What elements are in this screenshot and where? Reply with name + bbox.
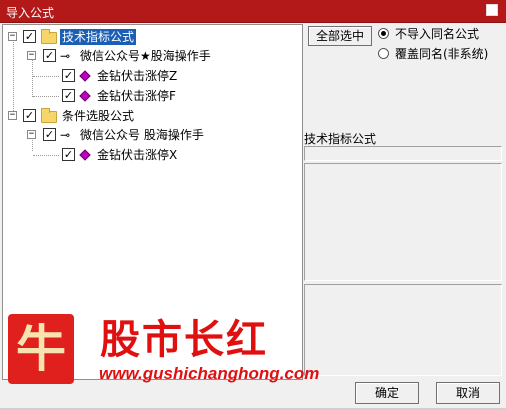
tree-node-formula-x[interactable]: ✓ 金钻伏击涨停X bbox=[3, 147, 303, 163]
tree-node-wechat-1[interactable]: − ✓ ⊸ 微信公众号★股海操作手 bbox=[3, 48, 303, 64]
tree-node-wechat-2[interactable]: − ✓ ⊸ 微信公众号 股海操作手 bbox=[3, 127, 303, 143]
tree-node-label: 金钻伏击涨停Z bbox=[97, 69, 178, 83]
formula-description-panel bbox=[304, 284, 502, 376]
checkbox[interactable]: ✓ bbox=[62, 89, 75, 102]
folder-icon bbox=[41, 108, 57, 123]
close-icon[interactable] bbox=[486, 4, 498, 16]
watermark-seal: 牛 bbox=[8, 314, 74, 384]
radio-selected-icon[interactable] bbox=[378, 28, 389, 39]
diamond-icon bbox=[79, 149, 91, 161]
folder-icon bbox=[41, 29, 57, 44]
checkbox[interactable]: ✓ bbox=[62, 148, 75, 161]
radio-label: 不导入同名公式 bbox=[395, 27, 480, 41]
tree-node-label: 微信公众号★股海操作手 bbox=[80, 49, 211, 63]
diamond-icon bbox=[79, 90, 91, 102]
window-title: 导入公式 bbox=[6, 6, 55, 20]
radio-label: 覆盖同名(非系统) bbox=[395, 47, 489, 61]
tree-node-formula-f[interactable]: ✓ 金钻伏击涨停F bbox=[3, 88, 303, 104]
title-bar: 导入公式 bbox=[0, 0, 506, 23]
radio-unselected-icon[interactable] bbox=[378, 48, 389, 59]
formula-info-panel bbox=[304, 163, 502, 281]
key-icon: ⊸ bbox=[60, 128, 71, 142]
expand-minus-icon[interactable]: − bbox=[8, 32, 17, 41]
tree-node-label: 金钻伏击涨停F bbox=[97, 89, 176, 103]
tree-connector bbox=[33, 96, 59, 97]
tree-node-formula-z[interactable]: ✓ 金钻伏击涨停Z bbox=[3, 68, 303, 84]
ok-button[interactable]: 确定 bbox=[355, 382, 419, 404]
info-section-label: 技术指标公式 bbox=[304, 132, 377, 146]
checkbox[interactable]: ✓ bbox=[23, 30, 36, 43]
info-line bbox=[304, 146, 502, 161]
checkbox[interactable]: ✓ bbox=[62, 69, 75, 82]
tree-connector bbox=[33, 76, 59, 77]
tree-node-screening[interactable]: − ✓ 条件选股公式 bbox=[3, 108, 303, 124]
checkbox[interactable]: ✓ bbox=[43, 49, 56, 62]
diamond-icon bbox=[79, 70, 91, 82]
tree-node-technical[interactable]: − ✓ 技术指标公式 bbox=[3, 29, 303, 45]
tree-node-label: 条件选股公式 bbox=[62, 109, 135, 123]
checkbox[interactable]: ✓ bbox=[43, 128, 56, 141]
seal-character: 牛 bbox=[16, 319, 66, 378]
radio-no-import-same[interactable]: 不导入同名公式 bbox=[378, 26, 502, 42]
checkbox[interactable]: ✓ bbox=[23, 109, 36, 122]
tree-node-label: 金钻伏击涨停X bbox=[97, 148, 178, 162]
watermark-title: 股市长红 bbox=[100, 316, 268, 363]
watermark-url: www.gushichanghong.com bbox=[99, 364, 320, 383]
expand-minus-icon[interactable]: − bbox=[27, 51, 36, 60]
expand-minus-icon[interactable]: − bbox=[27, 130, 36, 139]
tree-connector bbox=[33, 155, 59, 156]
expand-minus-icon[interactable]: − bbox=[8, 111, 17, 120]
tree-node-label: 微信公众号 股海操作手 bbox=[80, 128, 204, 142]
select-all-button[interactable]: 全部选中 bbox=[308, 26, 372, 46]
cancel-button[interactable]: 取消 bbox=[436, 382, 500, 404]
radio-overwrite-same[interactable]: 覆盖同名(非系统) bbox=[378, 46, 502, 62]
key-icon: ⊸ bbox=[60, 49, 71, 63]
tree-node-label: 技术指标公式 bbox=[60, 29, 137, 45]
